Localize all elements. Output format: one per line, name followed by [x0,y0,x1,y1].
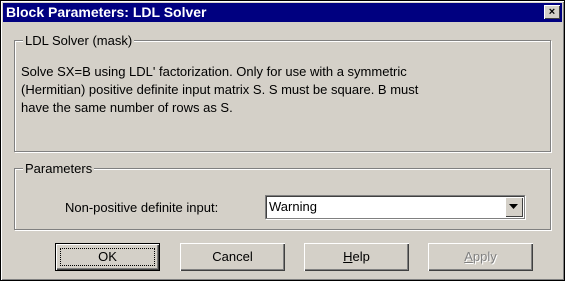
parameters-group-legend: Parameters [23,161,95,176]
help-label: elp [352,249,370,264]
select-value: Warning [269,199,317,214]
parameters-group: Parameters Non-positive definite input: … [14,161,551,230]
dropdown-button[interactable] [505,197,523,217]
focus-rect [60,248,155,266]
apply-label: pply [472,249,497,264]
nonpositive-definite-label: Non-positive definite input: [65,200,219,215]
ok-button[interactable]: OK [55,243,160,271]
description-line: Solve SX=B using LDL' factorization. Onl… [21,64,407,79]
close-icon: × [548,6,556,18]
title-bar[interactable]: Block Parameters: LDL Solver × [3,3,562,22]
apply-mnemonic: A [464,249,473,264]
cancel-label: Cancel [212,249,253,264]
mask-group-legend: LDL Solver (mask) [23,33,135,48]
nonpositive-definite-select[interactable]: Warning [265,195,525,219]
chevron-down-icon [509,204,518,209]
help-mnemonic: H [343,249,353,264]
close-button[interactable]: × [544,5,560,19]
description-line: have the same number of rows as S. [21,100,233,115]
window-title: Block Parameters: LDL Solver [6,4,207,20]
mask-group: LDL Solver (mask) Solve SX=B using LDL' … [14,33,551,152]
apply-button[interactable]: Apply [428,243,533,271]
mask-description: Solve SX=B using LDL' factorization. Onl… [21,63,541,117]
description-line: (Hermitian) positive definite input matr… [21,82,419,97]
help-button[interactable]: Help [304,243,409,271]
cancel-button[interactable]: Cancel [180,243,285,271]
block-parameters-dialog: Block Parameters: LDL Solver × LDL Solve… [0,0,565,281]
